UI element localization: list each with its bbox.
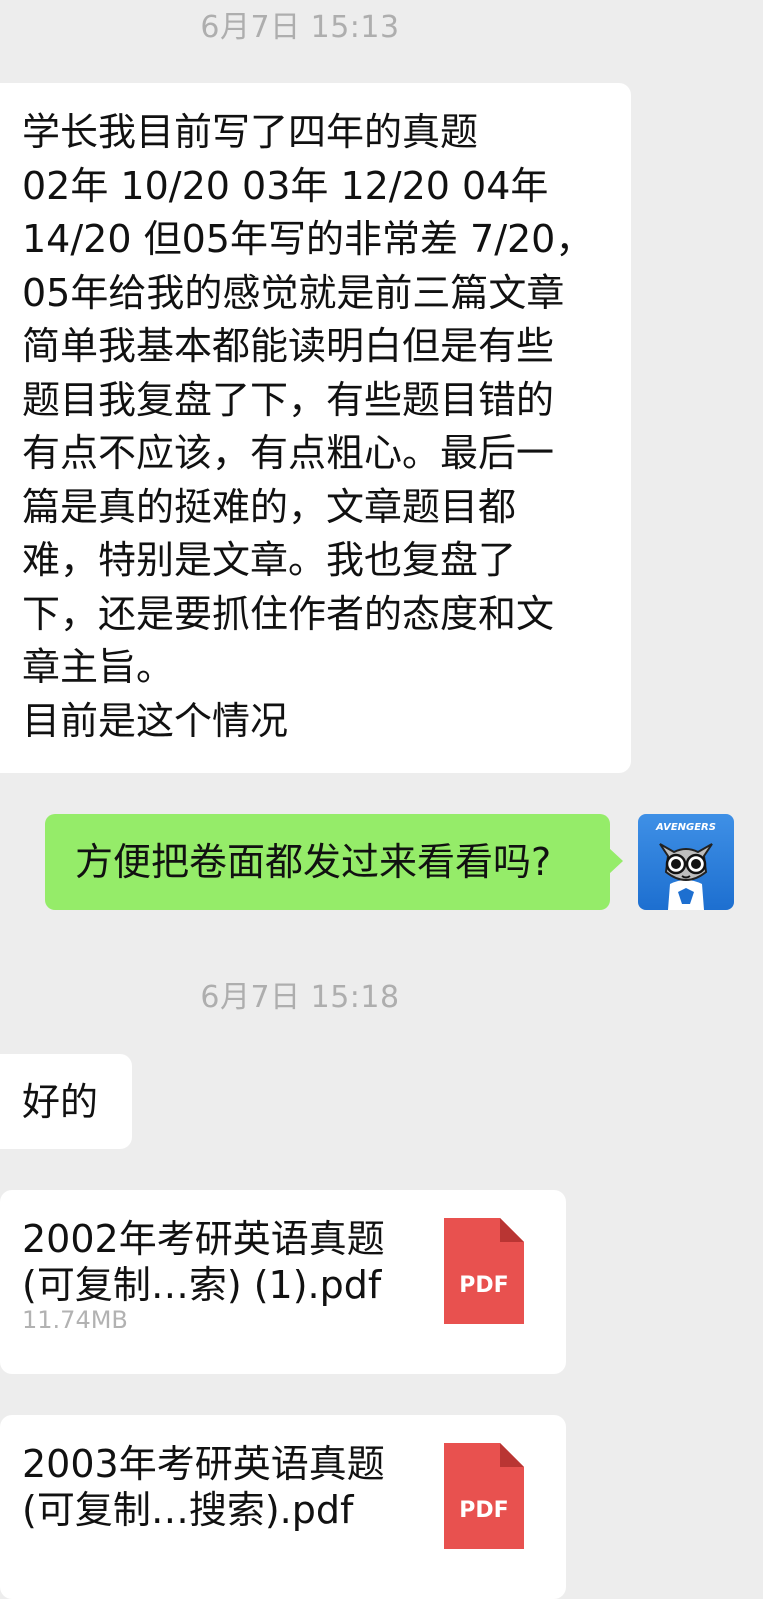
message-text: 学长我目前写了四年的真题 02年 10/20 03年 12/20 04年 14/…: [22, 110, 594, 743]
svg-text:PDF: PDF: [459, 1273, 508, 1298]
message-text: 方便把卷面都发过来看看吗?: [75, 840, 552, 884]
avatar[interactable]: AVENGERS: [638, 814, 734, 910]
file-size: 11.74MB: [22, 1306, 128, 1334]
timestamp: 6月7日 15:18: [200, 980, 400, 1015]
timestamp: 6月7日 15:13: [200, 10, 400, 45]
file-message[interactable]: 2002年考研英语真题 (可复制…索) (1).pdf 11.74MB PDF: [0, 1190, 566, 1374]
received-message-bubble[interactable]: 学长我目前写了四年的真题 02年 10/20 03年 12/20 04年 14/…: [0, 83, 631, 773]
file-name: 2003年考研英语真题 (可复制…搜索).pdf: [22, 1442, 385, 1532]
pdf-file-icon: PDF: [444, 1443, 524, 1549]
svg-text:PDF: PDF: [459, 1498, 508, 1523]
file-message[interactable]: 2003年考研英语真题 (可复制…搜索).pdf PDF: [0, 1415, 566, 1599]
file-name: 2002年考研英语真题 (可复制…索) (1).pdf: [22, 1217, 385, 1307]
sent-message-bubble[interactable]: 方便把卷面都发过来看看吗?: [45, 814, 623, 910]
pdf-file-icon: PDF: [444, 1218, 524, 1324]
received-message-bubble[interactable]: 好的: [0, 1054, 132, 1149]
message-text: 好的: [22, 1080, 99, 1124]
svg-text:AVENGERS: AVENGERS: [655, 822, 716, 833]
avengers-avatar-icon: AVENGERS: [638, 814, 734, 910]
